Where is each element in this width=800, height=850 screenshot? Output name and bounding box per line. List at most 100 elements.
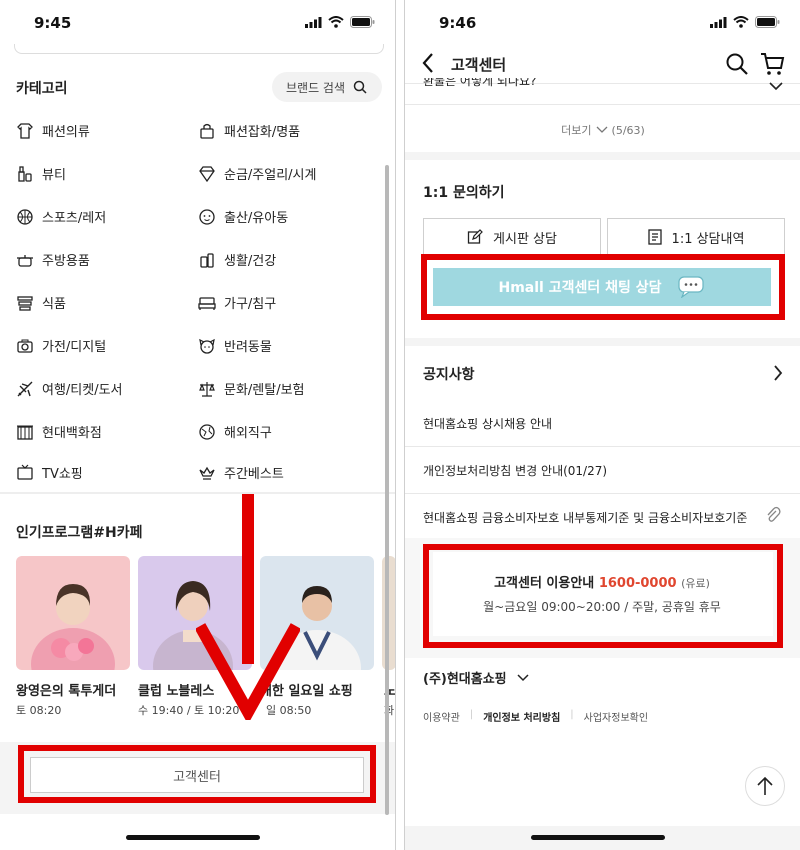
scroll-top-button[interactable] — [745, 766, 785, 806]
inquiry-title: 1:1 문의하기 — [423, 185, 505, 201]
category-baby[interactable]: 출산/유아동 — [198, 207, 288, 226]
battery-icon — [350, 16, 375, 28]
cart-icon[interactable] — [759, 51, 785, 77]
program-thumbnail[interactable] — [16, 556, 130, 670]
category-label: 순금/주얼리/시계 — [224, 168, 317, 183]
more-count: (5/63) — [611, 123, 645, 137]
chevron-down-icon[interactable] — [769, 82, 783, 91]
host-photo-image — [31, 584, 115, 670]
category-travel[interactable]: 여행/티켓/도서 — [16, 379, 123, 398]
board-consult-label: 게시판 상담 — [493, 231, 557, 247]
brand-search-label: 브랜드 검색 — [286, 80, 346, 95]
program-title: 인기프로그램#H카페 — [16, 525, 143, 541]
scale-icon — [199, 381, 215, 397]
status-icons — [305, 16, 375, 28]
bag-icon — [200, 123, 214, 139]
signal-icon — [305, 16, 322, 28]
divider — [405, 446, 800, 447]
category-fashion[interactable]: 패션의류 — [16, 121, 90, 140]
section-divider — [405, 338, 800, 346]
category-weekly-best[interactable]: 주간베스트 — [198, 463, 284, 482]
category-label: 주방용품 — [42, 254, 90, 269]
home-indicator — [531, 835, 665, 840]
category-electronics[interactable]: 가전/디지털 — [16, 336, 106, 355]
business-info-link[interactable]: 사업자정보확인 — [584, 709, 648, 724]
home-indicator — [126, 835, 260, 840]
category-label: 생활/건강 — [224, 254, 277, 269]
highlight-box — [18, 745, 376, 803]
category-fashion-goods[interactable]: 패션잡화/명품 — [198, 121, 300, 140]
food-icon — [17, 295, 33, 311]
separator: | — [469, 709, 474, 720]
crown-icon — [199, 466, 215, 480]
category-label: 가전/디지털 — [42, 340, 107, 355]
category-label: 패션의류 — [42, 125, 90, 140]
notice-item[interactable]: 개인정보처리방침 변경 안내(01/27) — [423, 462, 607, 479]
company-name: (주)현대홈쇼핑 — [423, 672, 507, 687]
dog-icon — [199, 338, 215, 354]
bed-icon — [198, 296, 216, 310]
category-pets[interactable]: 반려동물 — [198, 336, 272, 355]
privacy-link[interactable]: 개인정보 처리방침 — [483, 709, 560, 724]
shirt-icon — [17, 122, 33, 139]
search-icon — [353, 80, 367, 94]
divider — [405, 104, 800, 105]
category-label: 뷰티 — [42, 168, 66, 183]
right-phone-screen: 9:46 고객센터 환불은 어떻게 되나요? 더보기 (5/63) 1:1 문의… — [404, 0, 800, 850]
status-bar: 9:46 — [405, 0, 800, 44]
category-food[interactable]: 식품 — [16, 293, 66, 312]
airplane-icon — [17, 381, 33, 396]
more-label: 더보기 — [561, 124, 592, 137]
back-arrow-icon[interactable] — [421, 52, 435, 74]
notice-item[interactable]: 현대홈쇼핑 금융소비자보호 내부통제기준 및 금융소비자보호기준 — [423, 509, 747, 526]
footer-links: 이용약관 | 개인정보 처리방침 | 사업자정보확인 — [423, 709, 648, 724]
category-label: 가구/침구 — [224, 297, 277, 312]
paperclip-icon — [767, 506, 781, 522]
chevron-down-icon — [517, 673, 529, 681]
category-overseas[interactable]: 해외직구 — [198, 422, 272, 441]
battery-icon — [755, 16, 780, 28]
category-living[interactable]: 생활/건강 — [198, 250, 276, 269]
program-name: 왕영은의 톡투게더 — [16, 684, 117, 699]
edit-icon — [467, 229, 483, 244]
divider — [405, 493, 800, 494]
category-label: 주간베스트 — [224, 467, 284, 482]
category-label: 현대백화점 — [42, 426, 102, 441]
brand-search-button[interactable]: 브랜드 검색 — [272, 72, 382, 102]
board-consult-button[interactable]: 게시판 상담 — [423, 218, 601, 256]
scrollbar[interactable] — [385, 165, 389, 815]
company-toggle[interactable]: (주)현대홈쇼핑 — [423, 668, 529, 687]
category-tv-shopping[interactable]: TV쇼핑 — [16, 463, 83, 482]
diamond-icon — [199, 165, 215, 182]
previous-card-edge — [14, 44, 384, 54]
bottle-icon — [200, 252, 214, 268]
program-time: 토 08:20 — [16, 704, 62, 717]
arrow-down-icon — [196, 494, 300, 720]
category-label: 해외직구 — [224, 426, 272, 441]
category-furniture[interactable]: 가구/침구 — [198, 293, 276, 312]
terms-link[interactable]: 이용약관 — [423, 709, 460, 724]
category-jewelry[interactable]: 순금/주얼리/시계 — [198, 164, 316, 183]
category-label: 패션잡화/명품 — [224, 125, 301, 140]
category-kitchen[interactable]: 주방용품 — [16, 250, 90, 269]
search-icon[interactable] — [725, 52, 749, 76]
category-culture-rental[interactable]: 문화/렌탈/보험 — [198, 379, 305, 398]
faq-item-cut[interactable]: 환불은 어떻게 되나요? — [423, 78, 536, 90]
more-button[interactable]: 더보기 (5/63) — [405, 122, 800, 138]
category-title: 카테고리 — [16, 81, 68, 97]
consult-history-button[interactable]: 1:1 상담내역 — [607, 218, 785, 256]
wifi-icon — [733, 16, 749, 28]
chevron-down-icon — [596, 126, 607, 133]
category-label: 문화/렌탈/보험 — [224, 383, 305, 398]
notice-title: 공지사항 — [423, 367, 475, 383]
category-beauty[interactable]: 뷰티 — [16, 164, 66, 183]
chevron-right-icon[interactable] — [773, 365, 783, 381]
building-icon — [17, 425, 33, 440]
left-phone-screen: 9:45 카테고리 브랜드 검색 패션의류 뷰티 스포츠/레저 주방용품 식품 … — [0, 0, 396, 850]
pot-icon — [17, 254, 33, 267]
document-icon — [647, 229, 662, 245]
notice-item[interactable]: 현대홈쇼핑 상시채용 안내 — [423, 415, 552, 432]
category-sports[interactable]: 스포츠/레저 — [16, 207, 106, 226]
category-department-store[interactable]: 현대백화점 — [16, 422, 102, 441]
camera-icon — [17, 339, 33, 353]
